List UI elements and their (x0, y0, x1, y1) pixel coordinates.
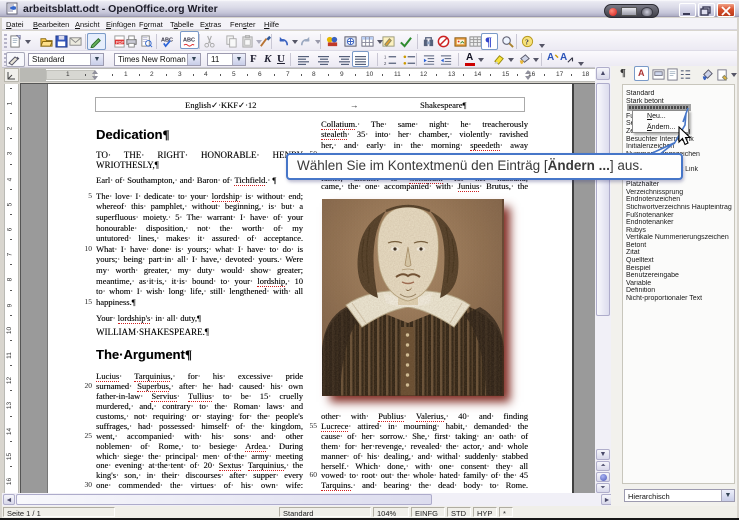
svg-text:2: 2 (384, 61, 387, 66)
svg-text:?: ? (525, 37, 529, 46)
svg-text:ABC: ABC (183, 38, 195, 44)
svg-text:ABC: ABC (161, 38, 173, 44)
svg-text:PDF: PDF (116, 40, 125, 45)
svg-text:1: 1 (384, 55, 387, 60)
